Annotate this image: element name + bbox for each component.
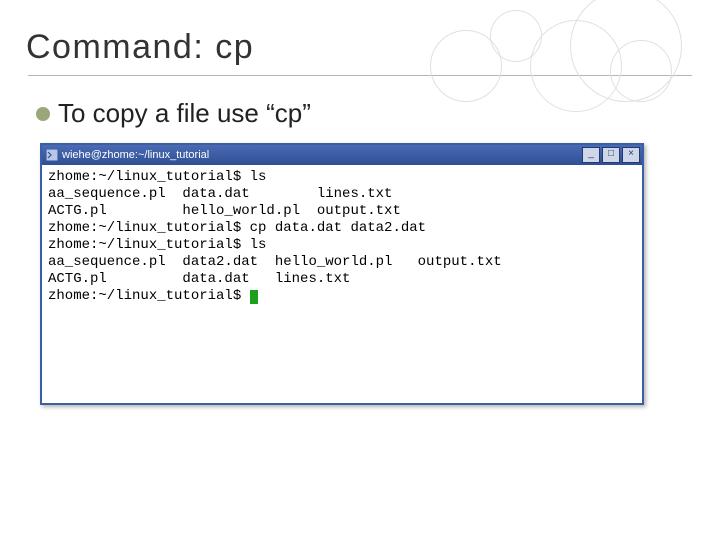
close-button[interactable]: × xyxy=(622,147,640,163)
terminal-body[interactable]: zhome:~/linux_tutorial$ ls aa_sequence.p… xyxy=(42,165,642,403)
minimize-button[interactable]: _ xyxy=(582,147,600,163)
page-title: Command: cp xyxy=(0,0,720,75)
terminal-icon xyxy=(46,149,58,161)
bullet-icon xyxy=(36,107,50,121)
maximize-button[interactable]: □ xyxy=(602,147,620,163)
bullet-text: To copy a file use “cp” xyxy=(58,98,311,129)
terminal-output: zhome:~/linux_tutorial$ ls aa_sequence.p… xyxy=(48,169,636,305)
terminal-window: wiehe@zhome:~/linux_tutorial _ □ × zhome… xyxy=(40,143,644,405)
terminal-title-text: wiehe@zhome:~/linux_tutorial xyxy=(62,149,582,161)
title-divider xyxy=(28,75,692,76)
cursor-icon xyxy=(250,290,258,304)
terminal-titlebar: wiehe@zhome:~/linux_tutorial _ □ × xyxy=(42,145,642,165)
bullet-row: To copy a file use “cp” xyxy=(0,98,720,129)
